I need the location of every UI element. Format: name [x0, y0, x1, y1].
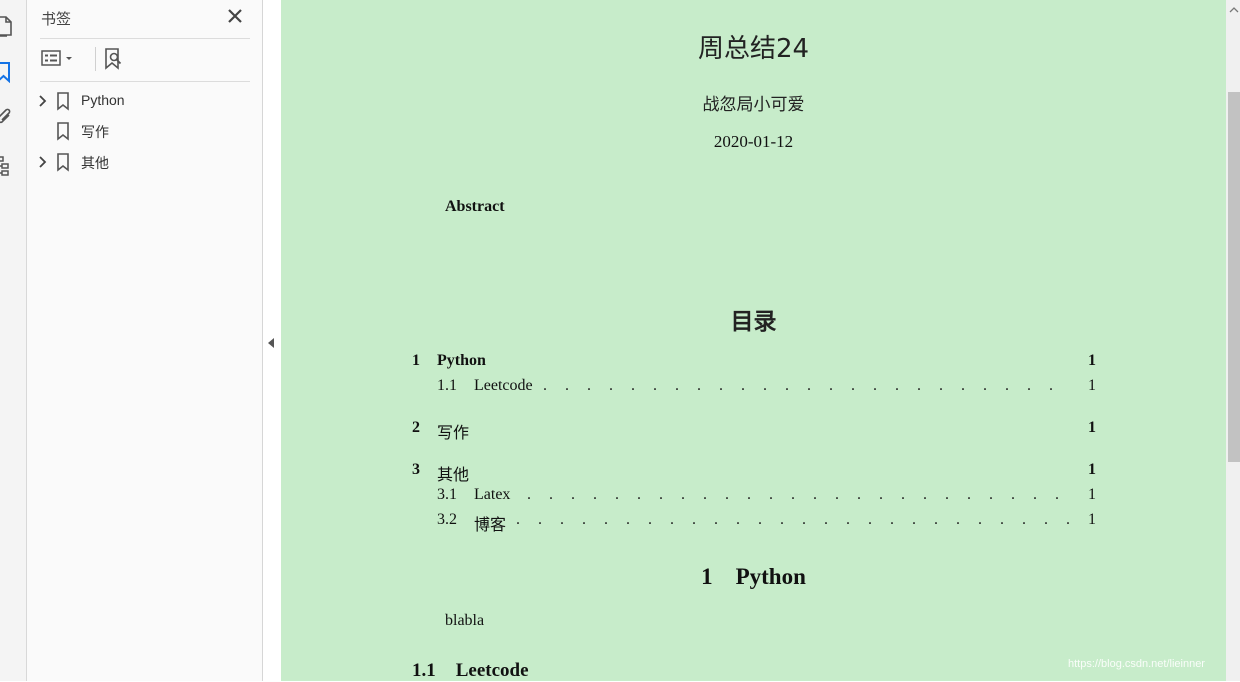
attachments-icon[interactable]: [0, 106, 14, 128]
toc-number: 1: [412, 352, 420, 369]
toolbar-divider: [95, 47, 96, 71]
toc-page: 1: [1088, 419, 1096, 436]
toc-title: 博客: [474, 515, 507, 534]
toc-title: Leetcode: [474, 377, 533, 394]
chevron-right-icon[interactable]: [37, 155, 49, 169]
toc-page: 1: [1088, 352, 1096, 369]
toc-page: 1: [1088, 377, 1096, 394]
document-title: 周总结24: [697, 34, 810, 64]
collapse-panel-icon[interactable]: [266, 336, 276, 350]
subsection-title: Leetcode: [455, 660, 529, 681]
toc-leader-dots: . . . . . . . . . . . . . . . . . . . . …: [516, 511, 1071, 528]
toc-page: 1: [1088, 461, 1096, 478]
body-paragraph: blabla: [445, 612, 485, 629]
panel-title: 书签: [41, 11, 72, 28]
find-bookmark-icon[interactable]: [102, 47, 126, 71]
toc-entry[interactable]: 3.2 博客 . . . . . . . . . . . . . . . . .…: [412, 511, 1096, 534]
section-heading: 1 Python: [281, 564, 1226, 590]
watermark-text: https://blog.csdn.net/lieinner: [1068, 658, 1205, 670]
content-structure-icon[interactable]: [0, 155, 14, 177]
toc-number: 3: [412, 461, 420, 478]
bookmark-label: Python: [81, 92, 125, 108]
toc-page: 1: [1088, 486, 1096, 503]
toc-entry[interactable]: 1.1 Leetcode . . . . . . . . . . . . . .…: [412, 377, 1096, 399]
panel-header: 书签: [40, 6, 250, 39]
section-number: 1: [701, 564, 713, 589]
toc-entry[interactable]: 3.1 Latex . . . . . . . . . . . . . . . …: [412, 486, 1096, 508]
document-author: 战忽局小可爱: [702, 95, 805, 115]
toc-title: 其他: [437, 465, 470, 484]
toc-number: 2: [412, 419, 420, 436]
scrollbar-thumb[interactable]: [1228, 92, 1240, 462]
bookmark-icon: [55, 91, 71, 111]
page-thumbnails-icon[interactable]: [0, 15, 14, 37]
document-date: 2020-01-12: [713, 132, 794, 151]
bookmark-icon: [55, 152, 71, 172]
subsection-number: 1.1: [412, 660, 436, 681]
toc-leader-dots: . . . . . . . . . . . . . . . . . . . . …: [543, 377, 1071, 394]
bookmarks-icon[interactable]: [0, 61, 14, 84]
toc-entry[interactable]: 2 写作 1: [412, 419, 1096, 442]
document-page: 周总结24 战忽局小可爱 2020-01-12 Abstract 目录 1 Py…: [281, 0, 1226, 681]
subsection-heading: 1.1 Leetcode: [412, 660, 529, 682]
bookmark-label: 写作: [81, 124, 109, 140]
chevron-right-icon[interactable]: [37, 94, 49, 108]
toc-heading: 目录: [730, 309, 777, 335]
toc-page: 1: [1088, 511, 1096, 528]
toc-leader-dots: . . . . . . . . . . . . . . . . . . . . …: [527, 486, 1071, 503]
toc-title: 写作: [437, 423, 470, 442]
abstract-label: Abstract: [445, 198, 505, 215]
toc-number: 3.2: [437, 511, 457, 528]
scroll-up-arrow-icon[interactable]: [1228, 2, 1240, 13]
bookmark-item-other[interactable]: 其他: [35, 150, 250, 176]
bookmark-item-python[interactable]: Python: [35, 89, 250, 115]
bookmark-item-writing[interactable]: 写作: [35, 119, 250, 145]
toc-number: 1.1: [437, 377, 457, 394]
section-title: Python: [735, 564, 806, 589]
bookmark-icon: [55, 121, 71, 141]
tool-rail: [0, 0, 27, 681]
bookmark-label: 其他: [81, 155, 109, 171]
close-icon[interactable]: [226, 6, 244, 26]
toc-title: Python: [437, 352, 486, 369]
toc-number: 3.1: [437, 486, 457, 503]
panel-toolbar: [40, 39, 250, 82]
toc-entry[interactable]: 1 Python 1: [412, 352, 1096, 374]
options-menu-button[interactable]: [40, 47, 76, 71]
toc-title: Latex: [474, 486, 511, 503]
bookmarks-panel: 书签 Python 写作 其他: [27, 0, 263, 681]
toc-entry[interactable]: 3 其他 1: [412, 461, 1096, 484]
